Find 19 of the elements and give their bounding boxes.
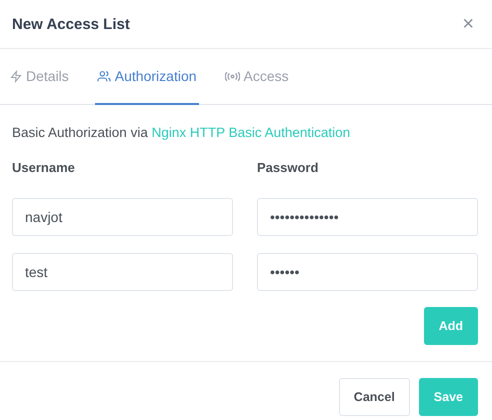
users-icon — [96, 70, 111, 82]
tab[interactable]: Authorization — [94, 49, 199, 105]
column-label: Username — [12, 160, 76, 175]
intro-text: Basic Authorization via Nginx HTTP Basic Authentication — [12, 125, 352, 140]
cancel-button[interactable]: Cancel — [338, 378, 410, 416]
dialog-title: New Access List — [12, 16, 130, 32]
add-button[interactable]: Add — [424, 307, 478, 345]
lightning-icon — [10, 70, 22, 82]
close-button[interactable]: × — [462, 14, 474, 34]
username-field[interactable]: test — [12, 253, 233, 291]
password-field[interactable]: •••••• — [257, 253, 478, 291]
broadcast-icon — [224, 70, 240, 82]
documentation-link[interactable]: Nginx HTTP Basic Authentication — [152, 125, 350, 140]
password-field[interactable]: •••••••••••••• — [257, 198, 478, 236]
username-field[interactable]: navjot — [12, 198, 233, 236]
tab[interactable]: Access — [222, 49, 291, 105]
save-button[interactable]: Save — [418, 378, 478, 416]
tab[interactable]: Details — [8, 49, 71, 105]
column-label: Password — [257, 160, 320, 175]
